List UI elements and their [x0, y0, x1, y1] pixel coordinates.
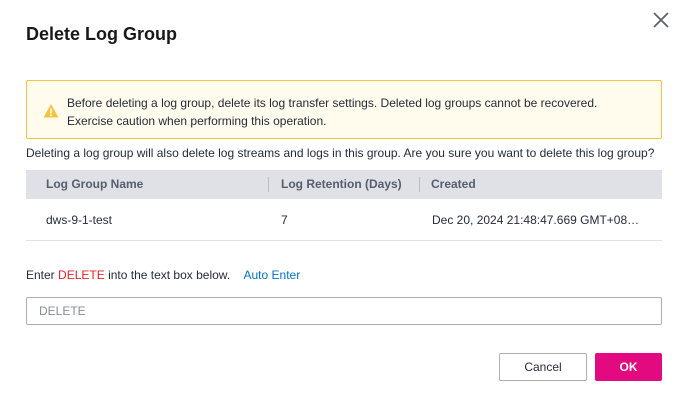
column-header-retention: Log Retention (Days): [281, 177, 402, 191]
delete-confirm-input[interactable]: [26, 297, 662, 325]
column-header-name: Log Group Name: [46, 177, 144, 191]
cell-log-retention: 7: [281, 213, 288, 227]
log-group-table: Log Group Name Log Retention (Days) Crea…: [26, 170, 662, 241]
enter-suffix: into the text box below.: [108, 268, 231, 282]
auto-enter-link[interactable]: Auto Enter: [244, 268, 301, 282]
enter-prefix: Enter: [26, 268, 55, 282]
cancel-button[interactable]: Cancel: [499, 353, 587, 381]
column-header-created: Created: [431, 177, 476, 191]
delete-keyword: DELETE: [58, 268, 105, 282]
cell-created: Dec 20, 2024 21:48:47.669 GMT+08:00: [432, 213, 640, 227]
column-divider: [268, 177, 269, 192]
warning-icon: [43, 103, 59, 119]
cell-log-group-name: dws-9-1-test: [46, 213, 113, 227]
ok-button[interactable]: OK: [595, 353, 662, 381]
table-row: dws-9-1-test 7 Dec 20, 2024 21:48:47.669…: [26, 199, 662, 241]
delete-log-group-dialog: Delete Log Group Before deleting a log g…: [0, 0, 688, 403]
table-header: Log Group Name Log Retention (Days) Crea…: [26, 170, 662, 199]
warning-alert: Before deleting a log group, delete its …: [26, 80, 662, 139]
column-divider: [419, 177, 420, 192]
close-icon[interactable]: [651, 10, 671, 30]
alert-message: Before deleting a log group, delete its …: [67, 96, 598, 128]
confirm-message: Deleting a log group will also delete lo…: [26, 146, 655, 160]
enter-instruction: Enter DELETE into the text box below. Au…: [26, 268, 300, 282]
dialog-title: Delete Log Group: [26, 24, 178, 44]
